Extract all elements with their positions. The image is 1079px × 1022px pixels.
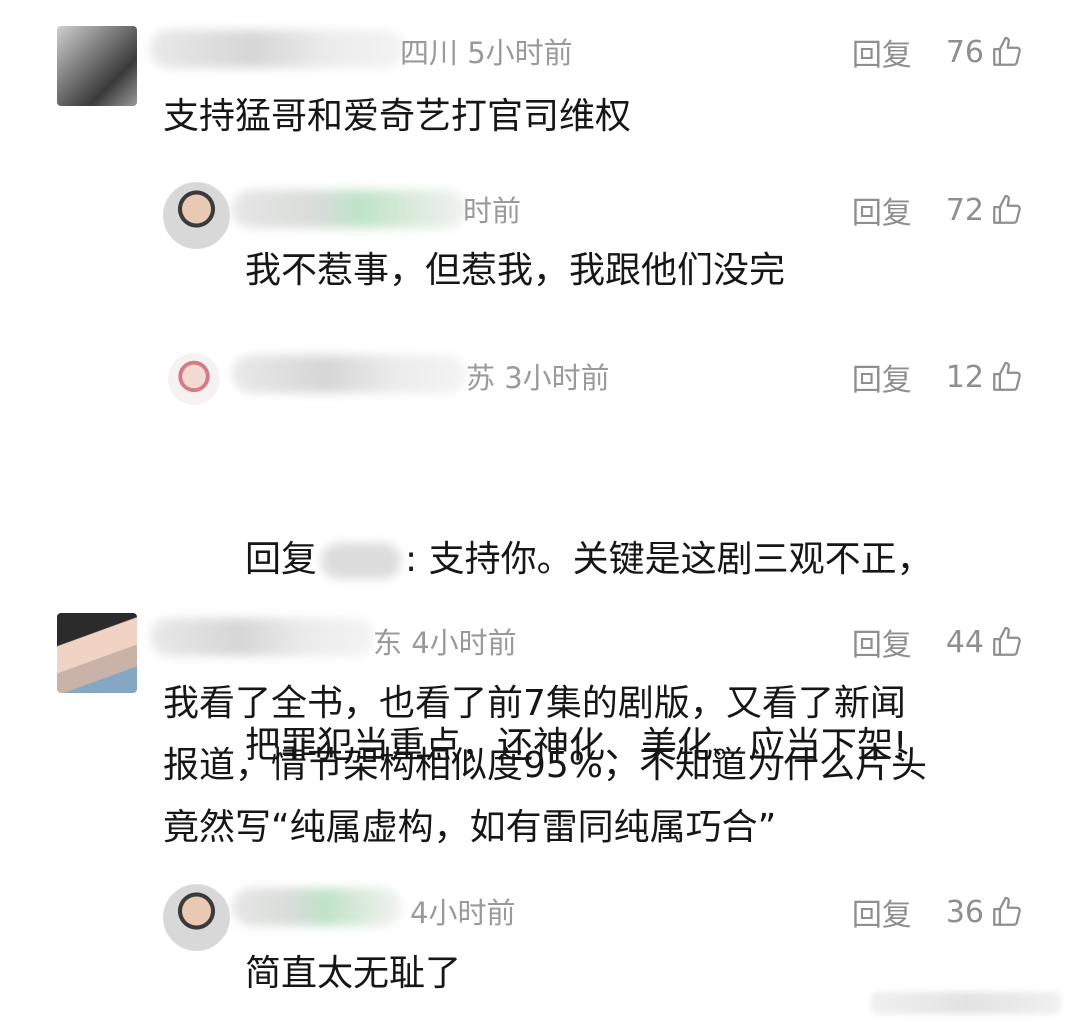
watermark-blurred	[871, 992, 1061, 1014]
comment: 四川 5小时前 回复 76 支持猛哥和爱奇艺打官司维权	[0, 0, 1079, 150]
thumbs-up-icon[interactable]	[990, 895, 1024, 929]
like-count: 36	[945, 894, 984, 930]
reply-button[interactable]: 回复	[852, 188, 912, 232]
avatar[interactable]	[57, 613, 137, 693]
reply-prefix: 回复	[245, 539, 318, 580]
comment-actions: 回复 72	[852, 188, 1024, 232]
comment-meta: 东 4小时前	[373, 626, 517, 660]
comment-text: 我看了全书，也看了前7集的剧版，又看了新闻 报道，情节架构相似度95%，不知道为…	[163, 683, 928, 848]
username-blurred[interactable]	[232, 355, 467, 393]
reply-button[interactable]: 回复	[852, 30, 912, 74]
thumbs-up-icon[interactable]	[990, 360, 1024, 394]
comment-actions: 回复 36	[852, 890, 1024, 934]
comment-meta: 苏 3小时前	[466, 361, 610, 395]
comment-text: 我不惹事，但惹我，我跟他们没完	[245, 250, 786, 291]
reply-comment: 4小时前 回复 36 简直太无耻了	[0, 870, 1079, 1010]
mentioned-user-blurred[interactable]	[321, 543, 402, 579]
comment-actions: 回复 12	[852, 355, 1024, 399]
thumbs-up-icon[interactable]	[990, 193, 1024, 227]
reply-button[interactable]: 回复	[852, 355, 912, 399]
comment-text: 支持猛哥和爱奇艺打官司维权	[163, 96, 632, 137]
comment-meta: 4小时前	[410, 896, 516, 930]
avatar[interactable]	[57, 26, 137, 106]
avatar[interactable]	[163, 182, 230, 249]
username-blurred[interactable]	[232, 888, 402, 926]
comment: 东 4小时前 回复 44 我看了全书，也看了前7集的剧版，又看了新闻 报道，情节…	[0, 600, 1079, 860]
username-blurred[interactable]	[232, 190, 467, 228]
comment-meta: 四川 5小时前	[400, 36, 573, 70]
avatar[interactable]	[168, 353, 220, 405]
reply-comment: 时前 回复 72 我不惹事，但惹我，我跟他们没完	[0, 170, 1079, 320]
thumbs-up-icon[interactable]	[990, 35, 1024, 69]
reply-button[interactable]: 回复	[852, 890, 912, 934]
avatar[interactable]	[163, 884, 230, 951]
comment-actions: 回复 76	[852, 30, 1024, 74]
comment-text: 简直太无耻了	[245, 953, 462, 994]
like-count: 44	[945, 624, 984, 660]
comment-meta: 时前	[463, 194, 522, 228]
like-count: 76	[945, 34, 984, 70]
reply-button[interactable]: 回复	[852, 620, 912, 664]
comment-actions: 回复 44	[852, 620, 1024, 664]
thumbs-up-icon[interactable]	[990, 625, 1024, 659]
username-blurred[interactable]	[150, 618, 375, 656]
reply-comment: 苏 3小时前 回复 12 回复: 支持你。关键是这剧三观不正， 把罪犯当重点，还…	[0, 335, 1079, 766]
username-blurred[interactable]	[150, 30, 405, 68]
like-count: 72	[945, 192, 984, 228]
like-count: 12	[945, 359, 984, 395]
comment-text-line: : 支持你。关键是这剧三观不正，	[405, 539, 933, 580]
